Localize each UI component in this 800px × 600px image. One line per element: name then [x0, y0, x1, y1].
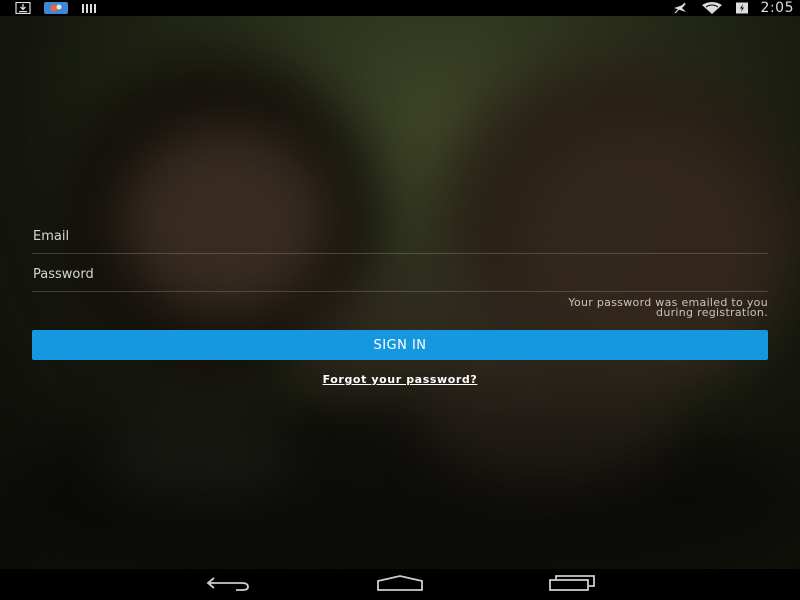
status-bar: 2:05 [0, 0, 800, 16]
back-icon [206, 575, 252, 595]
signal-bars-icon [80, 2, 98, 14]
home-icon [375, 575, 425, 595]
airplane-off-icon [671, 2, 689, 14]
forgot-password-link[interactable]: Forgot your password? [32, 373, 768, 386]
wifi-icon [701, 2, 723, 14]
password-field[interactable] [32, 267, 768, 282]
app-notification-icon [44, 2, 68, 14]
home-button[interactable] [370, 573, 430, 597]
email-field-container [32, 220, 768, 254]
back-button[interactable] [199, 573, 259, 597]
status-left-icons [14, 2, 98, 14]
status-right-icons: 2:05 [671, 0, 794, 16]
battery-icon [735, 2, 749, 14]
password-hint-line2: during registration. [656, 306, 768, 319]
recent-apps-button[interactable] [542, 573, 602, 597]
recent-apps-icon [548, 575, 596, 595]
login-form: Your password was emailed to you during … [32, 220, 768, 386]
password-field-container [32, 258, 768, 292]
navigation-bar [0, 569, 800, 600]
sign-in-button[interactable]: SIGN IN [32, 330, 768, 360]
email-field[interactable] [32, 229, 768, 244]
clock: 2:05 [760, 0, 794, 16]
password-hint: Your password was emailed to you during … [32, 297, 768, 319]
download-icon [14, 2, 32, 14]
